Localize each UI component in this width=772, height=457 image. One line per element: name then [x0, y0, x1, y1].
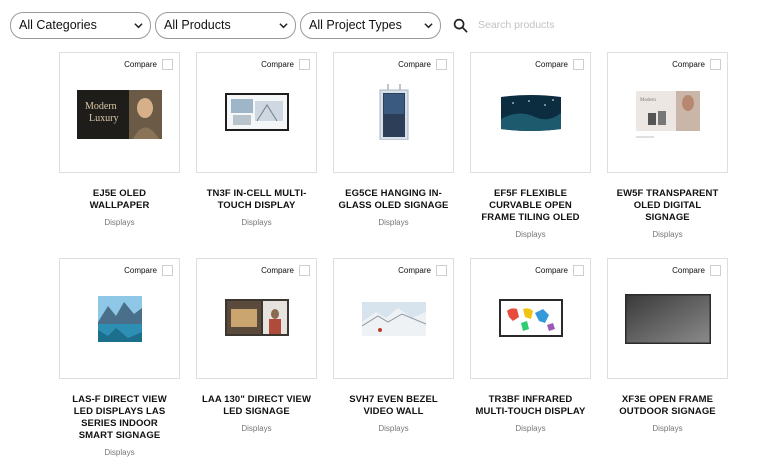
- compare-toggle[interactable]: Compare: [672, 265, 721, 276]
- product-name[interactable]: EF5F FLEXIBLE CURVABLE OPEN FRAME TILING…: [470, 188, 591, 224]
- product-category: Displays: [104, 448, 135, 457]
- product-tile[interactable]: Compare: [196, 258, 317, 379]
- compare-toggle[interactable]: Compare: [261, 59, 310, 70]
- product-image: [225, 93, 289, 131]
- chevron-down-icon: [134, 22, 143, 28]
- product-image: [98, 296, 142, 342]
- product-image: [362, 302, 426, 336]
- compare-label: Compare: [124, 266, 157, 275]
- product-card[interactable]: Compare TN3F IN-CELL MULTI-TOUCH DISPLAY…: [196, 52, 317, 227]
- compare-label: Compare: [398, 60, 431, 69]
- product-card[interactable]: Compare EF5F FLEXIBLE CURVABLE OPEN FRAM…: [470, 52, 591, 239]
- product-tile[interactable]: Compare: [470, 52, 591, 173]
- category-select[interactable]: All Categories: [10, 11, 151, 39]
- compare-checkbox[interactable]: [436, 265, 447, 276]
- compare-checkbox[interactable]: [162, 59, 173, 70]
- product-image: [379, 84, 409, 140]
- thumb-text: Modern: [85, 101, 117, 112]
- product-card[interactable]: Compare LAS-F DIRECT VIEW LED DISPLAYS L…: [59, 258, 180, 457]
- products-select[interactable]: All Products: [155, 11, 296, 39]
- compare-toggle[interactable]: Compare: [261, 265, 310, 276]
- product-image: [225, 299, 289, 336]
- compare-checkbox[interactable]: [573, 59, 584, 70]
- compare-toggle[interactable]: Compare: [398, 59, 447, 70]
- product-category: Displays: [241, 218, 272, 227]
- project-types-select-value: All Project Types: [309, 18, 402, 32]
- product-image: Modern Luxury: [77, 90, 162, 139]
- product-tile[interactable]: Compare Modern Luxury: [59, 52, 180, 173]
- compare-toggle[interactable]: Compare: [124, 59, 173, 70]
- product-name[interactable]: EJ5E OLED WALLPAPER: [59, 188, 180, 212]
- product-name[interactable]: SVH7 EVEN BEZEL VIDEO WALL: [333, 394, 454, 418]
- compare-toggle[interactable]: Compare: [535, 265, 584, 276]
- product-card[interactable]: Compare EG5CE HANGING IN-GLASS OLED SIGN…: [333, 52, 454, 227]
- thumb-text: Modern: [640, 98, 656, 103]
- category-select-value: All Categories: [19, 18, 97, 32]
- chevron-down-icon: [279, 22, 288, 28]
- product-tile[interactable]: Compare: [196, 52, 317, 173]
- compare-toggle[interactable]: Compare: [672, 59, 721, 70]
- compare-checkbox[interactable]: [162, 265, 173, 276]
- compare-checkbox[interactable]: [573, 265, 584, 276]
- compare-label: Compare: [124, 60, 157, 69]
- product-card[interactable]: Compare SVH7 EVEN BEZEL VIDEO WALL Displ…: [333, 258, 454, 433]
- thumb-text: Luxury: [89, 113, 118, 124]
- product-name[interactable]: LAA 130" DIRECT VIEW LED SIGNAGE: [196, 394, 317, 418]
- product-category: Displays: [515, 230, 546, 239]
- product-card[interactable]: Compare Modern EW5F TRANSPARENT OLED DIG…: [607, 52, 728, 239]
- compare-label: Compare: [672, 60, 705, 69]
- compare-checkbox[interactable]: [299, 59, 310, 70]
- search-input[interactable]: [476, 18, 764, 32]
- search-icon[interactable]: [453, 18, 468, 33]
- product-name[interactable]: XF3E OPEN FRAME OUTDOOR SIGNAGE: [607, 394, 728, 418]
- product-category: Displays: [378, 218, 409, 227]
- product-tile[interactable]: Compare: [333, 258, 454, 379]
- product-image: [625, 294, 711, 344]
- compare-checkbox[interactable]: [299, 265, 310, 276]
- product-category: Displays: [378, 424, 409, 433]
- product-name[interactable]: LAS-F DIRECT VIEW LED DISPLAYS LAS SERIE…: [59, 394, 180, 442]
- compare-toggle[interactable]: Compare: [535, 59, 584, 70]
- product-tile[interactable]: Compare Modern: [607, 52, 728, 173]
- product-name[interactable]: TN3F IN-CELL MULTI-TOUCH DISPLAY: [196, 188, 317, 212]
- compare-label: Compare: [261, 266, 294, 275]
- compare-label: Compare: [535, 266, 568, 275]
- product-tile[interactable]: Compare: [333, 52, 454, 173]
- compare-toggle[interactable]: Compare: [124, 265, 173, 276]
- product-category: Displays: [241, 424, 272, 433]
- product-image: [499, 299, 563, 337]
- products-select-value: All Products: [164, 18, 231, 32]
- project-types-select[interactable]: All Project Types: [300, 11, 441, 39]
- product-name[interactable]: EW5F TRANSPARENT OLED DIGITAL SIGNAGE: [607, 188, 728, 224]
- compare-checkbox[interactable]: [710, 265, 721, 276]
- filter-bar: All Categories All Products All Project …: [10, 11, 764, 39]
- chevron-down-icon: [424, 22, 433, 28]
- product-image: [501, 95, 561, 131]
- product-image: Modern: [636, 91, 700, 138]
- compare-label: Compare: [398, 266, 431, 275]
- product-name[interactable]: TR3BF INFRARED MULTI-TOUCH DISPLAY: [470, 394, 591, 418]
- product-tile[interactable]: Compare: [59, 258, 180, 379]
- product-card[interactable]: Compare LAA 130" DIRECT VIEW LED SIGNAGE…: [196, 258, 317, 433]
- product-category: Displays: [515, 424, 546, 433]
- product-tile[interactable]: Compare: [470, 258, 591, 379]
- compare-label: Compare: [535, 60, 568, 69]
- compare-toggle[interactable]: Compare: [398, 265, 447, 276]
- product-category: Displays: [104, 218, 135, 227]
- compare-checkbox[interactable]: [436, 59, 447, 70]
- compare-label: Compare: [672, 266, 705, 275]
- search-bar: [453, 12, 764, 39]
- product-card[interactable]: Compare TR3BF INFRARED MULTI-TOUCH DISPL…: [470, 258, 591, 433]
- compare-checkbox[interactable]: [710, 59, 721, 70]
- product-name[interactable]: EG5CE HANGING IN-GLASS OLED SIGNAGE: [333, 188, 454, 212]
- product-card[interactable]: Compare XF3E OPEN FRAME OUTDOOR SIGNAGE …: [607, 258, 728, 433]
- product-category: Displays: [652, 424, 683, 433]
- product-tile[interactable]: Compare: [607, 258, 728, 379]
- compare-label: Compare: [261, 60, 294, 69]
- product-card[interactable]: Compare Modern Luxury EJ5E OLED WALLPAPE…: [59, 52, 180, 227]
- product-category: Displays: [652, 230, 683, 239]
